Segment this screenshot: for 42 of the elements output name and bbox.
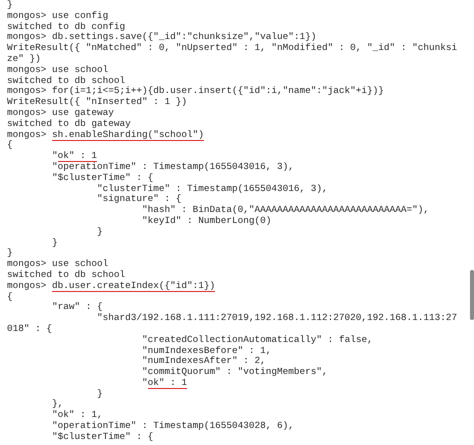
terminal-line: "ok" : 1 <box>141 378 188 389</box>
terminal-line: } <box>96 388 103 400</box>
terminal-line: 018" : { <box>7 324 52 335</box>
terminal-line: mongos> sh.enableSharding("school") <box>7 130 204 140</box>
terminal-line: ze" }) <box>7 54 41 65</box>
terminal-line: "operationTime" : Timestamp(1655043016, 3), <box>51 162 294 173</box>
terminal-line: "$clusterTime" : { <box>51 172 154 184</box>
terminal-line: "clusterTime" : Timestamp(1655043016, 3), <box>96 184 328 194</box>
terminal-line: mongos> db.user.createIndex({"id":1}) <box>7 280 216 292</box>
terminal-line: mongos> use school <box>7 64 108 76</box>
terminal-line: mongos> for(i=1;i<=5;i++){db.user.insert({"id":i,"name":"jack"+i})} <box>7 86 384 97</box>
terminal-line: "signature" : { <box>96 194 182 205</box>
terminal-line: "raw" : { <box>51 302 103 313</box>
terminal-line: "hash" : BinData(0,"AAAAAAAAAAAAAAAAAAAAAAAAAAA="), <box>141 205 429 216</box>
terminal-line: } <box>7 248 13 260</box>
scrollbar-thumb[interactable] <box>470 270 474 320</box>
terminal-line: mongos> use config <box>7 10 108 22</box>
terminal-line: switched to db config <box>7 22 126 32</box>
terminal-line: } <box>51 238 58 248</box>
terminal-line: "numIndexesAfter" : 2, <box>141 356 266 367</box>
terminal-line: "shard3/192.168.1.111:27019,192.168.1.112:27020,192.168.1.113:27 <box>96 313 458 324</box>
terminal-line: "ok" : 1, <box>51 410 103 421</box>
terminal-line: switched to db school <box>7 270 126 281</box>
terminal-line: { <box>7 140 13 152</box>
terminal-line: "ok" : 1 <box>51 151 98 162</box>
terminal-line: { <box>7 292 13 302</box>
terminal-line: mongos> use school <box>7 259 108 270</box>
terminal-line: switched to db school <box>7 76 126 86</box>
terminal-line: } <box>96 226 103 238</box>
terminal-line: }, <box>51 399 64 410</box>
terminal-line: "numIndexesBefore" : 1, <box>141 346 272 356</box>
terminal-line: "commitQuorum" : "votingMembers", <box>141 367 328 378</box>
terminal-line: switched to db gateway <box>7 118 131 130</box>
terminal-line: mongos> use gateway <box>7 108 114 119</box>
terminal-line: WriteResult({ "nInserted" : 1 }) <box>7 97 188 108</box>
terminal-line: "operationTime" : Timestamp(1655043028, 6), <box>51 421 294 432</box>
terminal-line: WriteResult({ "nMatched" : 0, "nUpserted" : 1, "nModified" : 0, "_id" : "chunksi <box>7 43 458 54</box>
terminal-line: mongos> db.settings.save({"_id":"chunksize","value":1}) <box>7 32 316 43</box>
terminal-line: "$clusterTime" : { <box>51 432 154 443</box>
terminal-line: "keyId" : NumberLong(0) <box>141 216 272 227</box>
terminal-line: } <box>7 0 13 11</box>
terminal-line: "createdCollectionAutomatically" : false, <box>141 334 373 346</box>
